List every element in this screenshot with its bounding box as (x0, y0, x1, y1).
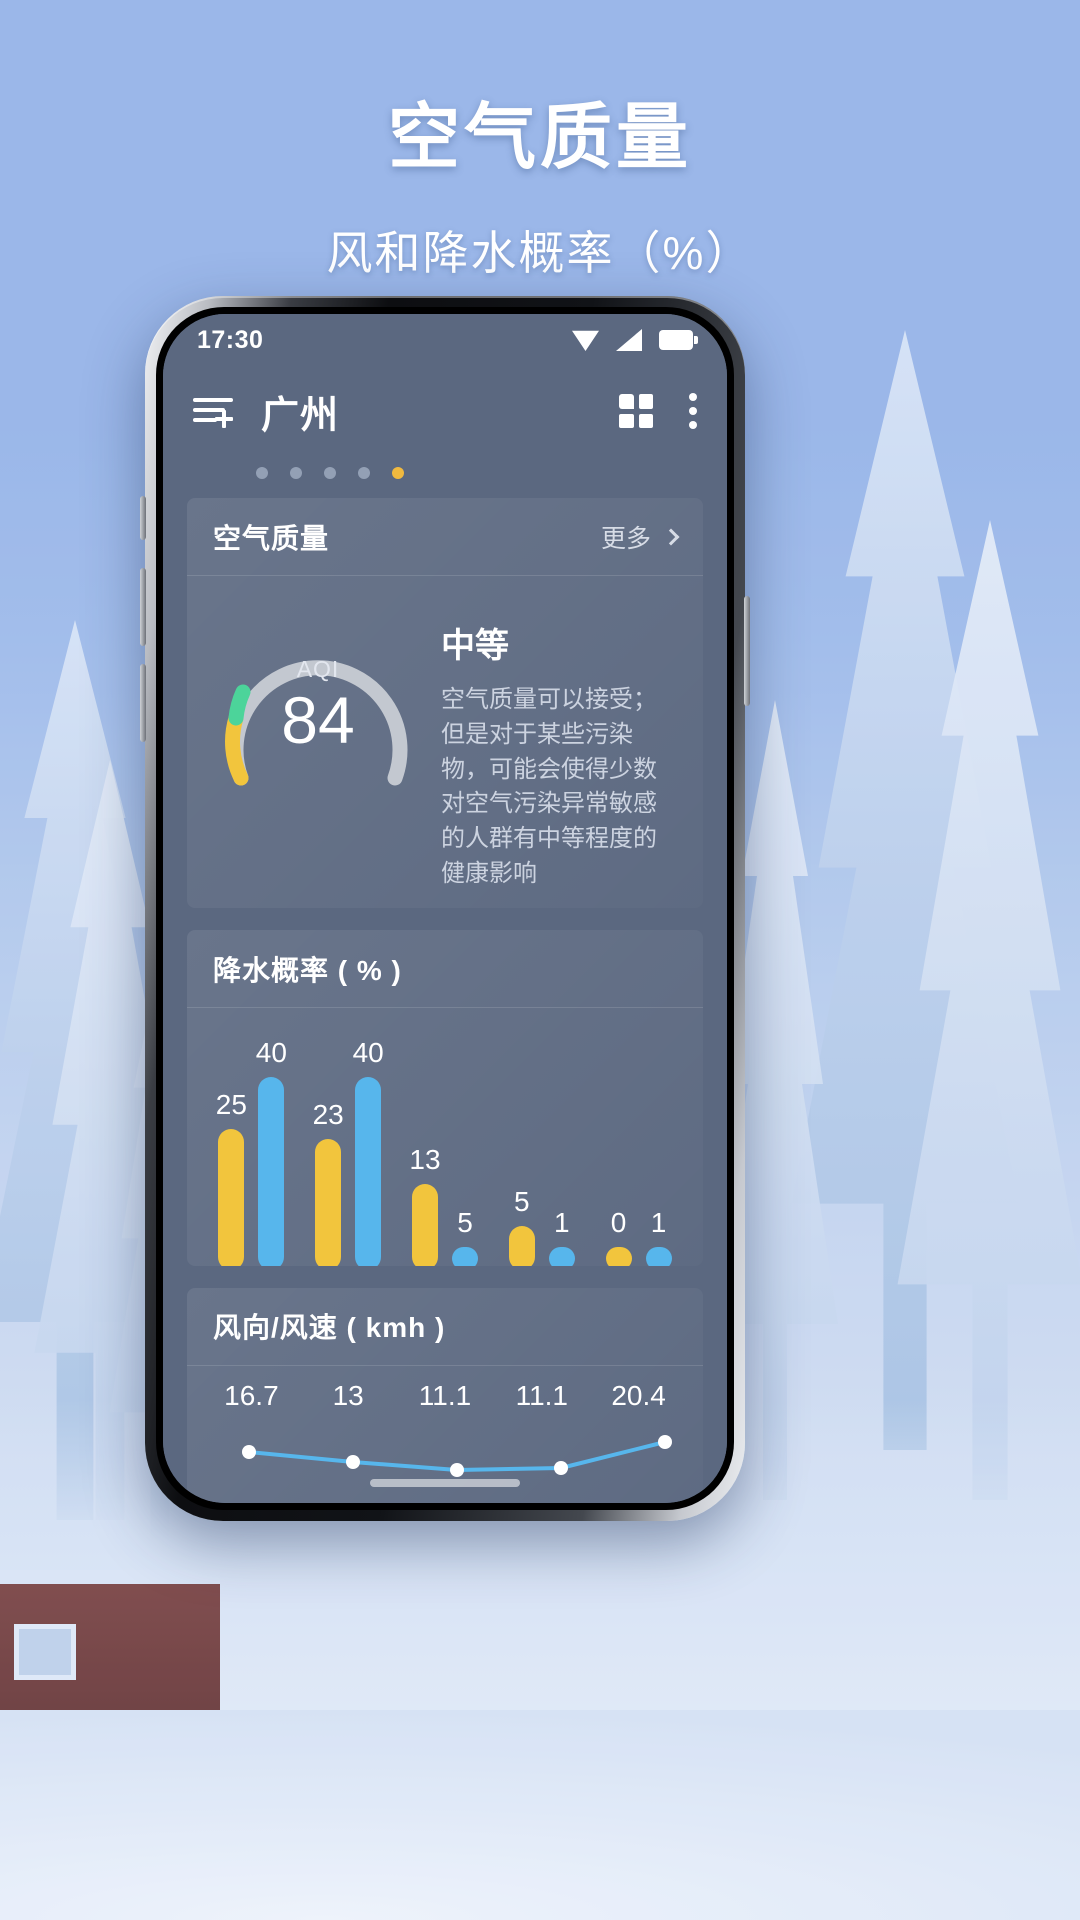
precipitation-card: 降水概率 ( % ) 25 40 23 40 13 5 5 1 0 1 (187, 930, 703, 1266)
precip-bar-group: 23 40 (305, 1008, 392, 1266)
chevron-right-icon (662, 528, 680, 545)
phone-bezel: 17:30 广州 空气质量 更多 AQI 84 中等 空气质量可以接受；但是对于… (156, 307, 734, 1510)
status-bar-icons (572, 329, 698, 351)
aqi-gauge-value: 84 (281, 683, 355, 757)
page-dot[interactable] (358, 467, 370, 479)
wind-card: 风向/风速 ( kmh ) 16.7 13 11.1 11.1 20.4 (187, 1287, 703, 1503)
phone-volume-up-button (140, 568, 146, 646)
precipitation-chart: 25 40 23 40 13 5 5 1 0 1 (187, 1008, 703, 1266)
aqi-text-block: 中等 空气质量可以接受；但是对于某些污染物，可能会使得少数对空气污染异常敏感的人… (441, 610, 677, 892)
city-title[interactable]: 广州 (261, 384, 339, 439)
precip-bar-group: 5 1 (498, 1008, 585, 1266)
precip-bar (548, 1246, 575, 1266)
plus-icon (215, 410, 233, 428)
more-vertical-icon[interactable] (689, 393, 697, 429)
precipitation-plot: 25 40 23 40 13 5 5 1 0 1 (203, 1008, 687, 1266)
precip-value: 23 (312, 1099, 344, 1131)
home-indicator (370, 1479, 520, 1487)
precip-bar-yellow: 0 (605, 1008, 632, 1266)
precipitation-card-title: 降水概率 ( % ) (213, 954, 402, 986)
precip-value: 5 (457, 1206, 473, 1238)
precip-bar-yellow: 23 (312, 1008, 344, 1266)
precip-bar (605, 1246, 632, 1266)
phone-mockup: 17:30 广州 空气质量 更多 AQI 84 中等 空气质量可以接受；但是对于… (140, 296, 750, 1521)
precip-bar-group: 13 5 (401, 1008, 488, 1266)
wind-card-header: 风向/风速 ( kmh ) (187, 1288, 703, 1366)
air-quality-more-button[interactable]: 更多 (600, 519, 680, 555)
precip-value: 1 (650, 1206, 667, 1238)
precip-bar-blue: 1 (548, 1008, 575, 1266)
precip-bar-blue: 1 (645, 1008, 672, 1266)
precip-bar (508, 1225, 535, 1266)
widgets-icon[interactable] (619, 394, 653, 428)
precipitation-card-header: 降水概率 ( % ) (187, 930, 703, 1009)
page-dot[interactable] (290, 467, 302, 479)
phone-silent-switch (140, 496, 146, 540)
precip-bar (315, 1139, 342, 1266)
page-dot-active[interactable] (392, 467, 404, 479)
precip-value: 40 (255, 1036, 287, 1068)
wind-card-title: 风向/风速 ( kmh ) (213, 1312, 446, 1344)
precip-value: 40 (352, 1036, 384, 1068)
promo-subtitle: 风和降水概率（%） (326, 227, 754, 279)
air-quality-body: AQI 84 中等 空气质量可以接受；但是对于某些污染物，可能会使得少数对空气污… (187, 576, 703, 902)
page-dot[interactable] (324, 467, 336, 479)
precip-bar-group: 0 1 (595, 1008, 682, 1266)
precip-bar-blue: 5 (451, 1008, 478, 1266)
app-bar-actions (619, 393, 697, 429)
promo-title: 空气质量 (387, 98, 692, 178)
phone-volume-down-button (140, 664, 146, 742)
precip-bar (355, 1076, 382, 1266)
precip-bar (645, 1246, 672, 1266)
app-bar: 广州 (163, 366, 727, 456)
content-scroll[interactable]: 空气质量 更多 AQI 84 中等 空气质量可以接受；但是对于某些污染物，可能会… (163, 490, 727, 1503)
air-quality-card-title: 空气质量 (213, 522, 330, 554)
page-dot[interactable] (256, 467, 268, 479)
phone-screen: 17:30 广州 空气质量 更多 AQI 84 中等 空气质量可以接受；但是对于… (163, 314, 727, 1503)
aqi-gauge-label: AQI (296, 656, 340, 682)
page-indicator[interactable] (163, 456, 727, 490)
signal-icon (616, 329, 642, 351)
air-quality-card-header: 空气质量 更多 (187, 498, 703, 576)
aqi-level: 中等 (441, 627, 509, 665)
aqi-description: 空气质量可以接受；但是对于某些污染物，可能会使得少数对空气污染异常敏感的人群有中… (441, 686, 657, 887)
aqi-gauge: AQI 84 (213, 610, 423, 805)
precip-value: 0 (610, 1206, 627, 1238)
status-bar: 17:30 (163, 314, 727, 366)
battery-icon (659, 330, 698, 350)
air-quality-card: 空气质量 更多 AQI 84 中等 空气质量可以接受；但是对于某些污染物，可能会… (187, 498, 703, 909)
precip-bar (218, 1129, 245, 1266)
precip-bar (451, 1246, 478, 1266)
precip-bar-yellow: 5 (508, 1008, 535, 1266)
precip-value: 1 (553, 1206, 570, 1238)
pollutant-row: 84 PM2.5 44 PM10 0 SO2 (187, 902, 703, 909)
precip-bar (411, 1184, 438, 1266)
wifi-icon (572, 330, 599, 351)
phone-power-button (744, 596, 750, 706)
precip-bar-yellow: 25 (215, 1008, 247, 1266)
list-add-icon[interactable] (193, 396, 233, 428)
promo-header: 空气质量 风和降水概率（%） (0, 0, 1080, 283)
precip-bar (258, 1076, 285, 1266)
precip-value: 13 (409, 1144, 441, 1176)
precip-value: 5 (513, 1185, 530, 1217)
precip-bar-yellow: 13 (409, 1008, 441, 1266)
precip-bar-blue: 40 (352, 1008, 384, 1266)
more-label: 更多 (600, 524, 651, 553)
status-bar-clock: 17:30 (197, 325, 264, 354)
precip-bar-group: 25 40 (208, 1008, 295, 1266)
precip-bar-blue: 40 (255, 1008, 287, 1266)
precip-value: 25 (215, 1089, 247, 1121)
